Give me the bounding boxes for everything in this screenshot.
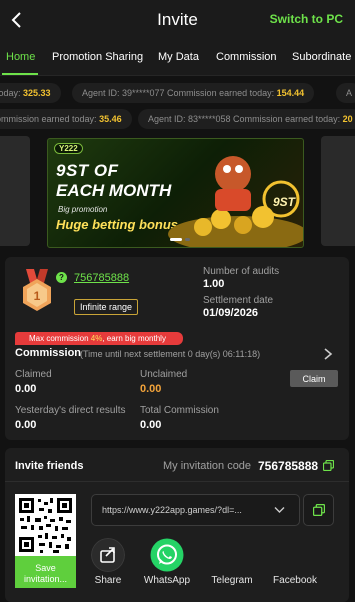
gold-coins-graphic [168,156,303,247]
commission-ticker-row-2: ommission earned today: 35.46 Agent ID: … [0,106,355,132]
carousel-dot-active[interactable] [170,238,182,241]
max-commission-banner: Max commission 4%, earn big monthly [15,332,183,345]
chevron-right-icon[interactable] [323,348,333,360]
brand-logo: Y222 [54,143,83,154]
ticker-item: ommission earned today: 35.46 [0,109,132,129]
tab-subordinate[interactable]: Subordinate [292,51,351,63]
copy-icon [313,504,325,516]
tab-my-data[interactable]: My Data [158,51,199,63]
copy-link-button[interactable] [303,494,334,526]
facebook-label: Facebook [273,575,317,586]
save-invitation-button[interactable]: Save invitation... [15,556,76,588]
copy-icon[interactable] [323,460,334,471]
yesterday-results-value: 0.00 [15,419,37,431]
active-tab-indicator [2,73,38,75]
commission-ticker-row-1: today: 325.33 Agent ID: 39*****077 Commi… [0,80,355,106]
invite-qr-code [15,494,76,556]
whatsapp-label: WhatsApp [143,575,191,586]
rank-number: 1 [34,289,41,303]
unclaimed-value: 0.00 [140,383,162,395]
claim-button[interactable]: Claim [290,370,338,387]
carousel-prev-slide[interactable] [0,136,30,246]
promo-banner[interactable]: Y222 9ST OF EACH MONTH Big promotion Hug… [47,138,304,248]
banner-badge: 9ST [272,195,295,209]
rank-medal-icon: 1 [23,269,51,311]
switch-to-pc-link[interactable]: Switch to PC [270,12,343,26]
chevron-down-icon[interactable] [274,506,285,514]
ticker-item: Agent ID: 39*****077 Commission earned t… [72,83,315,103]
back-arrow-icon[interactable] [6,9,28,31]
banner-subtitle: Big promotion [58,205,108,214]
share-option-facebook[interactable]: Facebook [267,538,323,588]
range-badge: Infinite range [74,299,139,315]
claimed-label: Claimed [15,369,52,380]
audits-value: 1.00 [203,278,225,290]
carousel-dot[interactable] [185,238,190,241]
invite-title: Invite friends [15,460,84,472]
invite-friends-card: Invite friends My invitation code 756785… [5,448,349,602]
share-icon [91,538,125,572]
agent-summary-card: 1 ? 756785888 Infinite range Number of a… [5,257,349,440]
settlement-countdown: (Time until next settlement 0 day(s) 06:… [80,349,261,359]
settlement-value: 01/09/2026 [203,307,259,319]
share-option-share[interactable]: Share [83,538,133,588]
tab-home[interactable]: Home [6,51,35,63]
share-option-whatsapp[interactable]: WhatsApp [139,538,195,588]
tab-commission[interactable]: Commission [216,51,277,63]
top-bar: Invite Switch to PC [0,0,355,40]
divider [5,481,349,482]
invite-link-field[interactable]: https://www.y222app.games/?dl=... [91,494,300,526]
ticker-item: A [336,83,355,103]
tab-bar: Home Promotion Sharing My Data Commissio… [0,40,355,76]
share-label: Share [94,575,122,586]
invitation-code-label: My invitation code [163,460,252,472]
commission-title: Commission [15,347,82,359]
unclaimed-label: Unclaimed [140,369,188,380]
invitation-code: 756785888 [258,459,319,473]
carousel-next-slide[interactable] [321,136,355,246]
settlement-label: Settlement date [203,295,274,306]
agent-id-link[interactable]: 756785888 [74,272,129,284]
ticker-item: Agent ID: 83*****058 Commission earned t… [138,109,355,129]
banner-headline-2: EACH MONTH [56,181,172,200]
audits-label: Number of audits [203,266,280,277]
banner-tagline: Huge betting bonus [56,217,179,232]
yesterday-results-label: Yesterday's direct results [15,405,126,416]
whatsapp-icon [150,538,184,572]
help-icon[interactable]: ? [56,272,67,283]
ticker-item: today: 325.33 [0,83,61,103]
telegram-label: Telegram [211,575,253,586]
tab-promotion-sharing[interactable]: Promotion Sharing [52,51,143,63]
total-commission-value: 0.00 [140,419,162,431]
banner-headline-1: 9ST OF [56,161,119,180]
total-commission-label: Total Commission [140,405,219,416]
claimed-value: 0.00 [15,383,37,395]
share-option-telegram[interactable]: Telegram [205,538,259,588]
